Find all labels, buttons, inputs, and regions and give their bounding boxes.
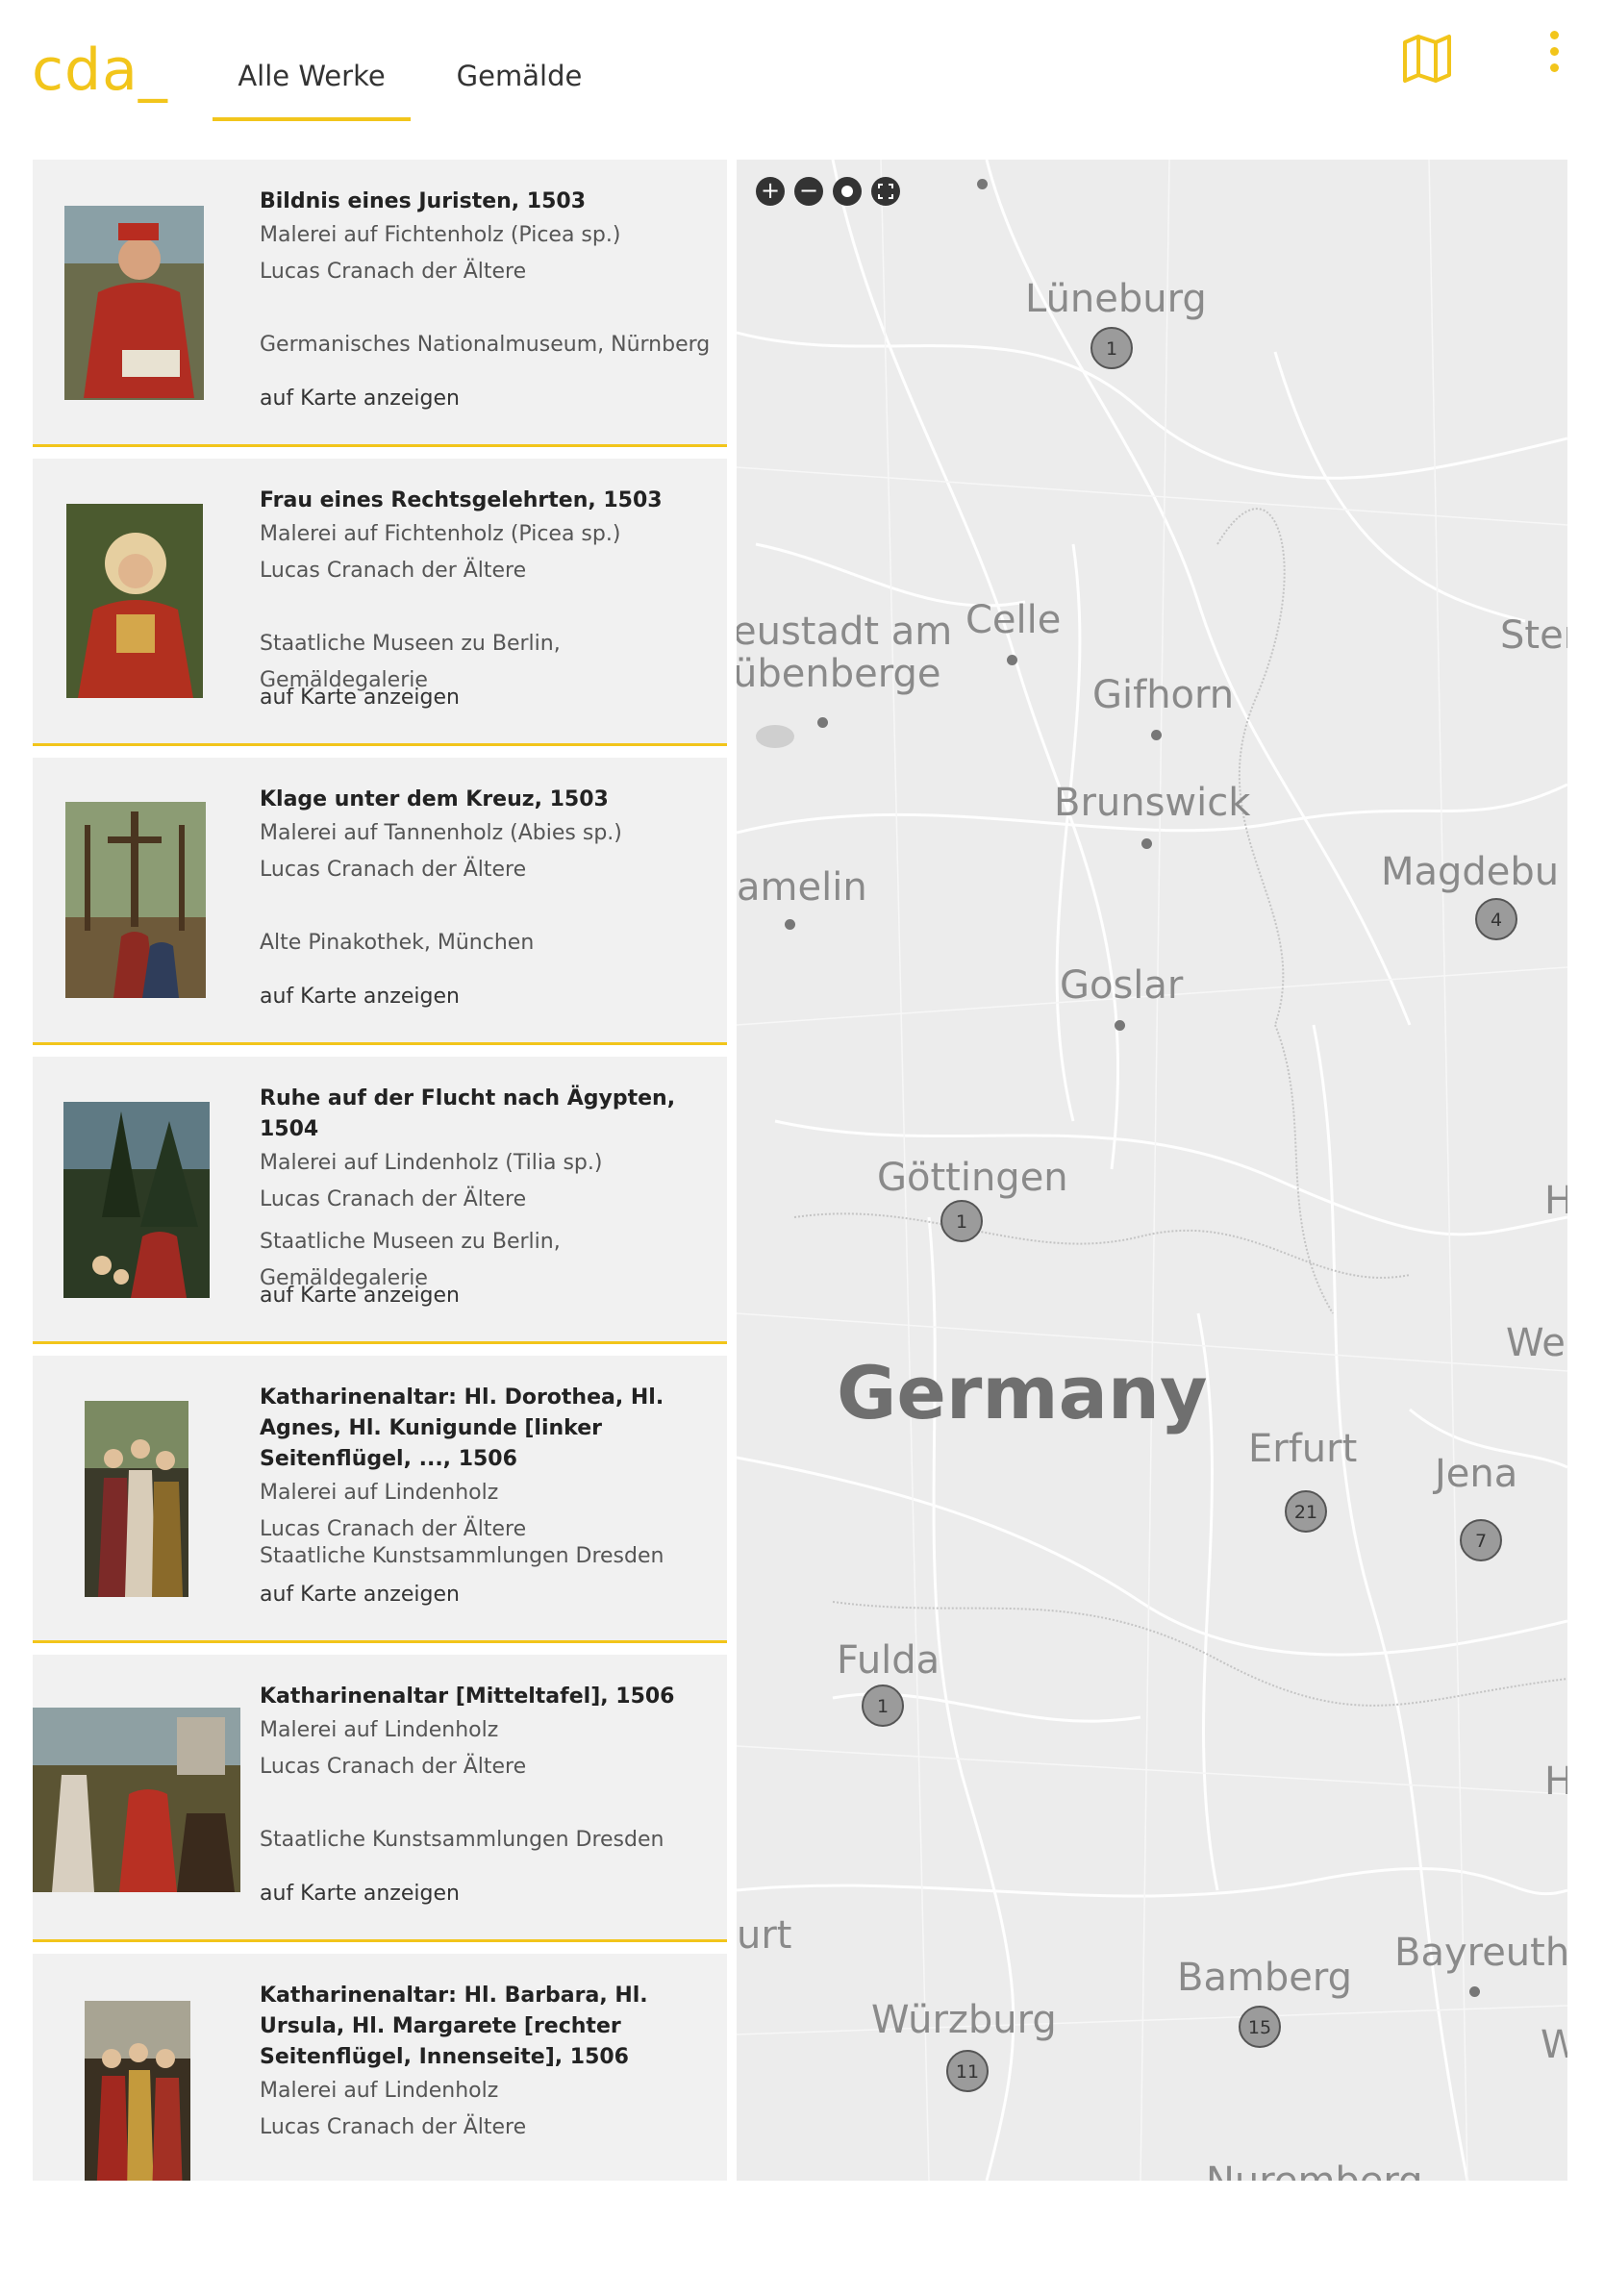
city-label: Lüneburg xyxy=(1025,277,1207,321)
map-marker[interactable]: 1 xyxy=(940,1200,983,1242)
show-on-map-link[interactable]: auf Karte anzeigen xyxy=(260,1882,460,1906)
map-marker[interactable]: 11 xyxy=(946,2050,989,2092)
city-label: urt xyxy=(737,1913,792,1958)
more-vertical-icon[interactable] xyxy=(1537,31,1571,81)
work-card: Katharinenaltar [Mitteltafel], 1506 Male… xyxy=(33,1655,727,1942)
work-title: Bildnis eines Juristen, 1503 xyxy=(260,189,587,213)
city-label: H xyxy=(1544,1759,1567,1804)
city-label: Wei xyxy=(1506,1321,1567,1365)
city-dot xyxy=(977,179,988,189)
app-header: cda_ Alle Werke Gemälde xyxy=(0,0,1604,159)
work-title: Katharinenaltar: Hl. Dorothea, Hl. Agnes… xyxy=(260,1385,664,1471)
work-medium: Malerei auf Lindenholz xyxy=(260,2079,499,2103)
work-title: Frau eines Rechtsgelehrten, 1503 xyxy=(260,488,663,512)
city-label: Celle xyxy=(965,598,1062,642)
work-museum: Germanisches Nationalmuseum, Nürnberg xyxy=(260,333,711,357)
work-artist: Lucas Cranach der Ältere xyxy=(260,260,527,284)
map-marker[interactable]: 1 xyxy=(1090,327,1133,369)
zoom-in-button[interactable]: + xyxy=(756,177,785,206)
map[interactable]: + − Lüneburg Celle Gifhorn Brunswick Mag… xyxy=(737,160,1567,2181)
city-dot xyxy=(1141,838,1152,849)
work-artist: Lucas Cranach der Ältere xyxy=(260,1755,527,1779)
tab-gemaelde[interactable]: Gemälde xyxy=(452,60,587,117)
work-card: Klage unter dem Kreuz, 1503 Malerei auf … xyxy=(33,758,727,1045)
tab-alle-werke[interactable]: Alle Werke xyxy=(213,60,411,121)
city-label: Goslar xyxy=(1060,963,1184,1008)
work-museum: Staatliche Kunstsammlungen Dresden xyxy=(260,1828,664,1852)
city-dot xyxy=(1151,730,1162,740)
show-on-map-link[interactable]: auf Karte anzeigen xyxy=(260,387,460,411)
map-marker[interactable]: 21 xyxy=(1285,1490,1327,1533)
country-label: Germany xyxy=(837,1350,1208,1435)
city-label: W xyxy=(1541,2023,1567,2067)
city-label: Erfurt xyxy=(1248,1427,1358,1471)
map-icon[interactable] xyxy=(1399,31,1455,87)
city-label: Jena xyxy=(1435,1452,1518,1496)
work-medium: Malerei auf Lindenholz (Tilia sp.) xyxy=(260,1151,603,1175)
work-card: Katharinenaltar: Hl. Dorothea, Hl. Agnes… xyxy=(33,1356,727,1643)
city-dot xyxy=(1115,1020,1125,1031)
map-marker[interactable]: 1 xyxy=(862,1685,904,1727)
city-label: H xyxy=(1544,1179,1567,1223)
map-marker[interactable]: 7 xyxy=(1460,1519,1502,1561)
work-artist: Lucas Cranach der Ältere xyxy=(260,1187,527,1211)
logo[interactable]: cda_ xyxy=(32,37,168,104)
map-marker[interactable]: 15 xyxy=(1239,2006,1281,2048)
work-card: Bildnis eines Juristen, 1503 Malerei auf… xyxy=(33,160,727,447)
city-label: Bayreuth xyxy=(1394,1931,1567,1975)
city-label: übenberge xyxy=(737,652,941,696)
artwork-thumbnail[interactable] xyxy=(65,802,206,998)
show-on-map-link[interactable]: auf Karte anzeigen xyxy=(260,985,460,1009)
artwork-thumbnail[interactable] xyxy=(85,1401,188,1597)
show-on-map-link[interactable]: auf Karte anzeigen xyxy=(260,686,460,710)
work-medium: Malerei auf Lindenholz xyxy=(260,1718,499,1742)
city-label: eustadt am xyxy=(737,610,953,654)
work-medium: Malerei auf Tannenholz (Abies sp.) xyxy=(260,821,622,845)
locate-icon[interactable] xyxy=(833,177,862,206)
city-label: Gifhorn xyxy=(1092,673,1235,717)
city-label: Brunswick xyxy=(1054,781,1251,825)
work-title: Katharinenaltar [Mitteltafel], 1506 xyxy=(260,1685,675,1709)
work-museum: Staatliche Kunstsammlungen Dresden xyxy=(260,1544,664,1568)
city-label: Göttingen xyxy=(877,1156,1068,1200)
map-marker[interactable]: 4 xyxy=(1475,898,1517,940)
city-label: Ster xyxy=(1500,613,1567,658)
map-tiles[interactable] xyxy=(737,160,1567,2181)
works-list[interactable]: Bildnis eines Juristen, 1503 Malerei auf… xyxy=(33,160,727,2181)
work-card: Katharinenaltar: Hl. Barbara, Hl. Ursula… xyxy=(33,1954,727,2181)
city-label: Fulda xyxy=(837,1638,940,1683)
show-on-map-link[interactable]: auf Karte anzeigen xyxy=(260,1583,460,1607)
city-label: Nuremberg xyxy=(1206,2159,1423,2181)
city-label: Magdebu xyxy=(1381,850,1560,894)
work-title: Katharinenaltar: Hl. Barbara, Hl. Ursula… xyxy=(260,1984,648,2069)
artwork-thumbnail[interactable] xyxy=(85,2001,190,2181)
zoom-out-button[interactable]: − xyxy=(794,177,823,206)
work-medium: Malerei auf Fichtenholz (Picea sp.) xyxy=(260,522,621,546)
work-title: Klage unter dem Kreuz, 1503 xyxy=(260,787,609,811)
fullscreen-icon[interactable] xyxy=(871,177,900,206)
work-artist: Lucas Cranach der Ältere xyxy=(260,559,527,583)
work-card: Ruhe auf der Flucht nach Ägypten, 1504 M… xyxy=(33,1057,727,1344)
work-title: Ruhe auf der Flucht nach Ägypten, 1504 xyxy=(260,1086,676,1141)
work-medium: Malerei auf Fichtenholz (Picea sp.) xyxy=(260,223,621,247)
city-dot xyxy=(817,717,828,728)
city-label: Bamberg xyxy=(1177,1956,1353,2000)
work-artist: Lucas Cranach der Ältere xyxy=(260,2115,527,2139)
work-medium: Malerei auf Lindenholz xyxy=(260,1481,499,1505)
artwork-thumbnail[interactable] xyxy=(63,1102,210,1298)
artwork-thumbnail[interactable] xyxy=(33,1708,240,1892)
work-museum: Alte Pinakothek, München xyxy=(260,931,535,955)
city-dot xyxy=(1007,655,1017,665)
show-on-map-link[interactable]: auf Karte anzeigen xyxy=(260,1284,460,1308)
work-card: Frau eines Rechtsgelehrten, 1503 Malerei… xyxy=(33,459,727,746)
city-dot xyxy=(1469,1986,1480,1997)
city-dot xyxy=(785,919,795,930)
artwork-thumbnail[interactable] xyxy=(66,504,203,698)
work-artist: Lucas Cranach der Ältere xyxy=(260,858,527,882)
artwork-thumbnail[interactable] xyxy=(64,206,204,400)
city-label: Würzburg xyxy=(871,1998,1057,2042)
city-label: amelin xyxy=(737,865,867,910)
